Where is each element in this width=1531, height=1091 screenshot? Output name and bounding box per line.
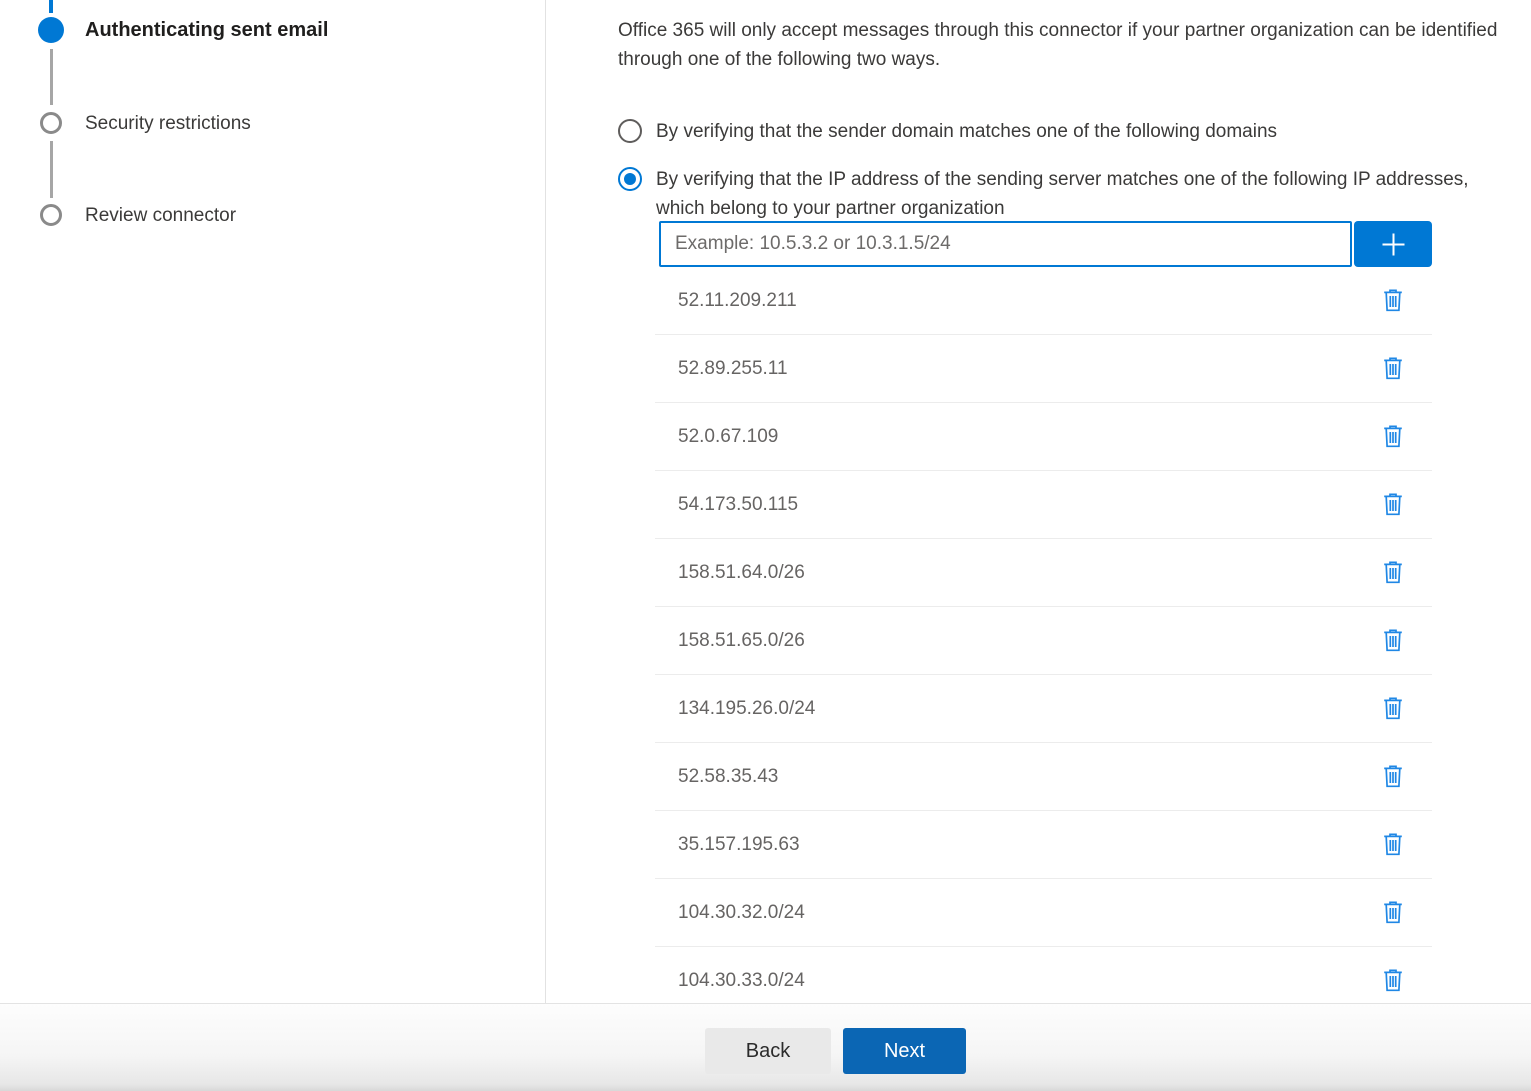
ip-value: 104.30.32.0/24 <box>678 902 805 924</box>
step-active-dot <box>38 17 64 43</box>
option-ip-address-label: By verifying that the IP address of the … <box>656 165 1478 223</box>
next-button[interactable]: Next <box>843 1028 966 1074</box>
stepper-item-review-connector[interactable]: Review connector <box>85 205 236 227</box>
stepper-item-authenticating-sent-email[interactable]: Authenticating sent email <box>85 19 328 42</box>
delete-ip-button[interactable] <box>1381 491 1405 518</box>
ip-list-item: 134.195.26.0/24 <box>655 675 1432 743</box>
ip-list-item: 52.89.255.11 <box>655 335 1432 403</box>
radio-unselected-icon[interactable] <box>618 119 642 143</box>
trash-icon <box>1383 289 1403 312</box>
ip-list-item: 104.30.32.0/24 <box>655 879 1432 947</box>
trash-icon <box>1383 561 1403 584</box>
ip-value: 54.173.50.115 <box>678 494 798 516</box>
ip-value: 104.30.33.0/24 <box>678 970 805 992</box>
wizard-stepper: Authenticating sent email Security restr… <box>0 0 545 1003</box>
ip-list-item: 52.58.35.43 <box>655 743 1432 811</box>
ip-address-list: 52.11.209.211 52.89.255.11 <box>655 267 1432 1003</box>
delete-ip-button[interactable] <box>1381 899 1405 926</box>
trash-icon <box>1383 969 1403 992</box>
delete-ip-button[interactable] <box>1381 559 1405 586</box>
step-upcoming-dot-review <box>40 204 62 226</box>
ip-value: 158.51.64.0/26 <box>678 562 805 584</box>
stepper-connector-2 <box>50 141 53 198</box>
ip-value: 52.11.209.211 <box>678 290 797 312</box>
ip-address-input[interactable] <box>659 221 1352 267</box>
back-button[interactable]: Back <box>705 1028 831 1074</box>
add-ip-button[interactable] <box>1354 221 1432 267</box>
ip-entry-row <box>659 221 1432 267</box>
plus-icon <box>1379 230 1408 259</box>
ip-value: 52.0.67.109 <box>678 426 778 448</box>
ip-list-item: 52.0.67.109 <box>655 403 1432 471</box>
ip-list-item: 54.173.50.115 <box>655 471 1432 539</box>
ip-value: 134.195.26.0/24 <box>678 698 815 720</box>
delete-ip-button[interactable] <box>1381 355 1405 382</box>
option-ip-address[interactable]: By verifying that the IP address of the … <box>618 165 1478 223</box>
intro-text: Office 365 will only accept messages thr… <box>618 16 1531 74</box>
content-divider <box>545 0 546 1003</box>
ip-value: 52.89.255.11 <box>678 358 788 380</box>
ip-value: 52.58.35.43 <box>678 766 778 788</box>
option-sender-domain[interactable]: By verifying that the sender domain matc… <box>618 117 1277 146</box>
trash-icon <box>1383 357 1403 380</box>
trash-icon <box>1383 833 1403 856</box>
ip-list-item: 104.30.33.0/24 <box>655 947 1432 1003</box>
ip-list-item: 52.11.209.211 <box>655 267 1432 335</box>
delete-ip-button[interactable] <box>1381 287 1405 314</box>
ip-value: 158.51.65.0/26 <box>678 630 805 652</box>
delete-ip-button[interactable] <box>1381 695 1405 722</box>
delete-ip-button[interactable] <box>1381 423 1405 450</box>
trash-icon <box>1383 629 1403 652</box>
stepper-item-security-restrictions[interactable]: Security restrictions <box>85 113 251 135</box>
ip-list-item: 158.51.64.0/26 <box>655 539 1432 607</box>
step-upcoming-dot-security <box>40 112 62 134</box>
delete-ip-button[interactable] <box>1381 831 1405 858</box>
option-sender-domain-label: By verifying that the sender domain matc… <box>656 117 1277 146</box>
delete-ip-button[interactable] <box>1381 763 1405 790</box>
trash-icon <box>1383 765 1403 788</box>
wizard-footer: Back Next <box>0 1003 1531 1091</box>
trash-icon <box>1383 901 1403 924</box>
trash-icon <box>1383 493 1403 516</box>
ip-value: 35.157.195.63 <box>678 834 800 856</box>
radio-selected-icon[interactable] <box>618 167 642 191</box>
trash-icon <box>1383 425 1403 448</box>
main-panel: Office 365 will only accept messages thr… <box>618 0 1531 1003</box>
delete-ip-button[interactable] <box>1381 967 1405 994</box>
stepper-connector-1 <box>50 49 53 105</box>
ip-list-item: 158.51.65.0/26 <box>655 607 1432 675</box>
delete-ip-button[interactable] <box>1381 627 1405 654</box>
stepper-connector-previous <box>49 0 53 13</box>
ip-list-item: 35.157.195.63 <box>655 811 1432 879</box>
trash-icon <box>1383 697 1403 720</box>
connector-wizard-page: Authenticating sent email Security restr… <box>0 0 1531 1091</box>
